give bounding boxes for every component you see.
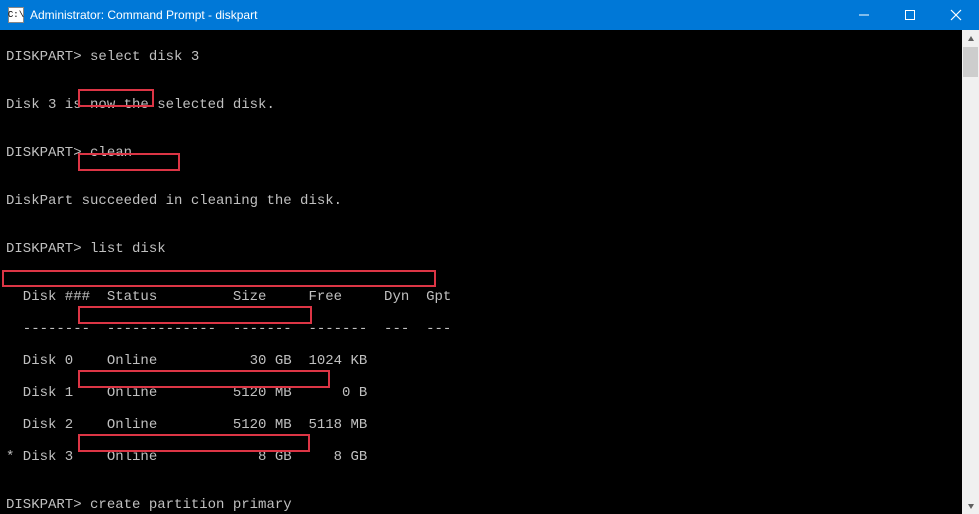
window-titlebar: C:\ Administrator: Command Prompt - disk… [0, 0, 979, 30]
scrollbar-thumb[interactable] [963, 47, 978, 77]
terminal-line: DISKPART> create partition primary [6, 497, 973, 513]
vertical-scrollbar[interactable] [962, 30, 979, 514]
terminal-line: Disk 2 Online 5120 MB 5118 MB [6, 417, 973, 433]
prompt-text: DISKPART> [6, 145, 82, 161]
command-text: list disk [82, 241, 166, 257]
maximize-button[interactable] [887, 0, 933, 30]
terminal-line: DISKPART> clean [6, 145, 973, 161]
terminal-line: DISKPART> list disk [6, 241, 973, 257]
terminal-output[interactable]: DISKPART> select disk 3 Disk 3 is now th… [0, 30, 979, 514]
command-text: clean [82, 145, 132, 161]
window-title: Administrator: Command Prompt - diskpart [30, 8, 257, 22]
terminal-line: DiskPart succeeded in cleaning the disk. [6, 193, 973, 209]
prompt-text: DISKPART> [6, 497, 82, 513]
terminal-line: -------- ------------- ------- ------- -… [6, 321, 973, 337]
cmd-icon: C:\ [8, 7, 24, 23]
terminal-line: Disk 3 is now the selected disk. [6, 97, 973, 113]
scrollbar-track[interactable] [962, 47, 979, 497]
command-text: create partition primary [82, 497, 292, 513]
terminal-line: Disk 0 Online 30 GB 1024 KB [6, 353, 973, 369]
terminal-line: Disk 1 Online 5120 MB 0 B [6, 385, 973, 401]
scroll-up-button[interactable] [962, 30, 979, 47]
minimize-button[interactable] [841, 0, 887, 30]
terminal-line: * Disk 3 Online 8 GB 8 GB [6, 449, 973, 465]
prompt-text: DISKPART> [6, 49, 82, 65]
command-text: select disk 3 [82, 49, 200, 65]
scroll-down-button[interactable] [962, 497, 979, 514]
close-button[interactable] [933, 0, 979, 30]
terminal-line: DISKPART> select disk 3 [6, 49, 973, 65]
terminal-line: Disk ### Status Size Free Dyn Gpt [6, 289, 973, 305]
prompt-text: DISKPART> [6, 241, 82, 257]
terminal-area-wrap: DISKPART> select disk 3 Disk 3 is now th… [0, 30, 979, 514]
